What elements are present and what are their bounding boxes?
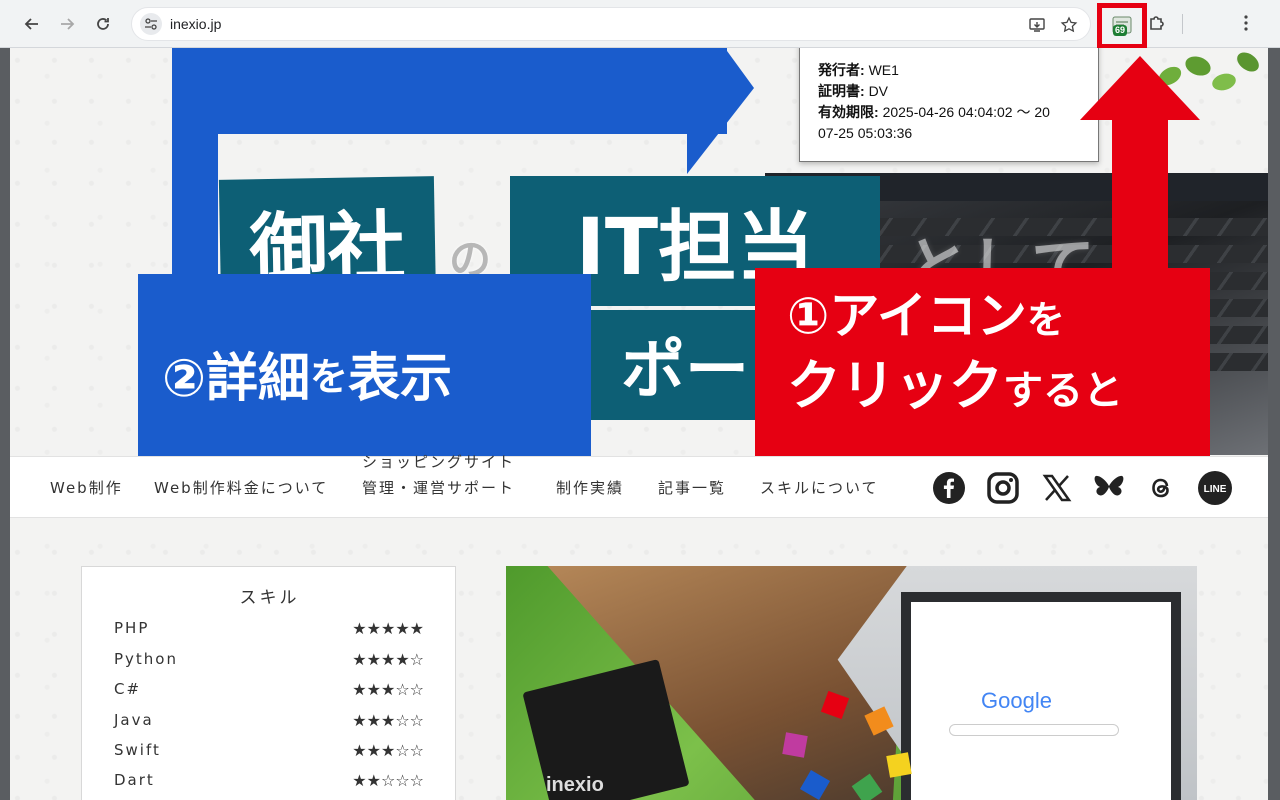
certificate-extension-button[interactable]: 69 — [1097, 3, 1147, 49]
skill-row: C# ★★★☆☆ — [114, 680, 424, 699]
red-callout-line2-suffix: すると — [1003, 368, 1123, 414]
extension-badge-count: 69 — [1113, 25, 1128, 36]
nav-works[interactable]: 制作実績 — [556, 477, 624, 498]
skill-row: Python ★★★★☆ — [114, 650, 424, 669]
laptop-screen: Google — [901, 592, 1181, 800]
toolbar-divider — [1182, 14, 1183, 34]
extensions-button[interactable] — [1145, 11, 1169, 35]
skills-title: スキル — [239, 588, 300, 608]
tooltip-issuer-line: 発行者: WE1 — [818, 62, 899, 78]
arrow-left-icon — [24, 18, 38, 30]
blue-callout-part2: 表示 — [348, 348, 453, 409]
nav-web-pricing[interactable]: Web制作料金について — [154, 477, 328, 498]
bluesky-icon[interactable] — [1092, 471, 1126, 505]
more-vert-icon — [1244, 15, 1248, 31]
tooltip-validity-line: 有効期限: 2025-04-26 04:04:02 ～ 20 — [818, 104, 1050, 120]
red-callout-line1: ①アイコン — [787, 287, 1027, 345]
google-logo: Google — [981, 688, 1052, 713]
blue-callout: ②詳細を表示 — [138, 274, 591, 472]
blue-callout-particle: を — [310, 354, 349, 399]
tooltip-cert-line: 証明書: DV — [818, 83, 889, 99]
red-callout-line2: クリック — [787, 354, 1003, 417]
tooltip-validity-line2: 07-25 05:03:36 — [818, 125, 913, 141]
x-icon[interactable] — [1040, 471, 1074, 505]
feature-collage-image: Google inexio — [506, 566, 1197, 800]
nav-shopping-support[interactable]: ショッピングサイト 管理・運営サポート — [362, 453, 515, 501]
certificate-tooltip: 発行者: WE1 証明書: DV 有効期限: 2025-04-26 04:04:… — [799, 48, 1099, 162]
blue-callout-part1: ②詳細 — [162, 348, 311, 409]
skill-row: Dart ★★☆☆☆ — [114, 771, 424, 790]
site-info-icon[interactable] — [140, 13, 162, 35]
instagram-icon[interactable] — [986, 471, 1020, 505]
url-text[interactable]: inexio.jp — [170, 16, 221, 32]
nav-skills[interactable]: スキルについて — [760, 477, 879, 498]
forward-button[interactable] — [53, 10, 81, 38]
reload-icon — [97, 18, 109, 30]
line-icon[interactable]: LINE — [1198, 471, 1232, 505]
threads-icon[interactable] — [1144, 471, 1178, 505]
skills-card: スキル PHP ★★★★★ Python ★★★★☆ C# ★★★☆☆ Java ★★★… — [81, 566, 456, 800]
skill-row: Java ★★★☆☆ — [114, 711, 424, 730]
red-callout: ①アイコンを クリックすると — [755, 268, 1210, 466]
bookmark-star-icon[interactable] — [1058, 14, 1080, 36]
address-bar[interactable]: inexio.jp — [131, 7, 1091, 41]
facebook-icon[interactable] — [932, 471, 966, 505]
browser-menu-button[interactable] — [1234, 11, 1258, 35]
reload-button[interactable] — [89, 10, 117, 38]
install-app-icon[interactable] — [1026, 14, 1048, 36]
browser-toolbar: inexio.jp 69 — [0, 0, 1280, 49]
site-navbar: Web制作 Web制作料金について ショッピングサイト 管理・運営サポート 制作… — [10, 453, 1268, 518]
svg-text:LINE: LINE — [1204, 484, 1227, 495]
back-button[interactable] — [18, 10, 46, 38]
web-page: 御社 の IT担当 として ポー 発行者: WE1 証明書: DV 有効期限: … — [10, 48, 1268, 800]
skill-row: PHP ★★★★★ — [114, 619, 424, 638]
nav-articles[interactable]: 記事一覧 — [658, 477, 726, 498]
arrow-right-icon — [61, 18, 75, 30]
nav-web-production[interactable]: Web制作 — [50, 477, 123, 498]
notebook-brand: inexio — [546, 774, 604, 796]
skill-row: Swift ★★★☆☆ — [114, 741, 424, 760]
red-callout-line1-suffix: を — [1026, 298, 1065, 342]
puzzle-icon — [1150, 16, 1164, 30]
